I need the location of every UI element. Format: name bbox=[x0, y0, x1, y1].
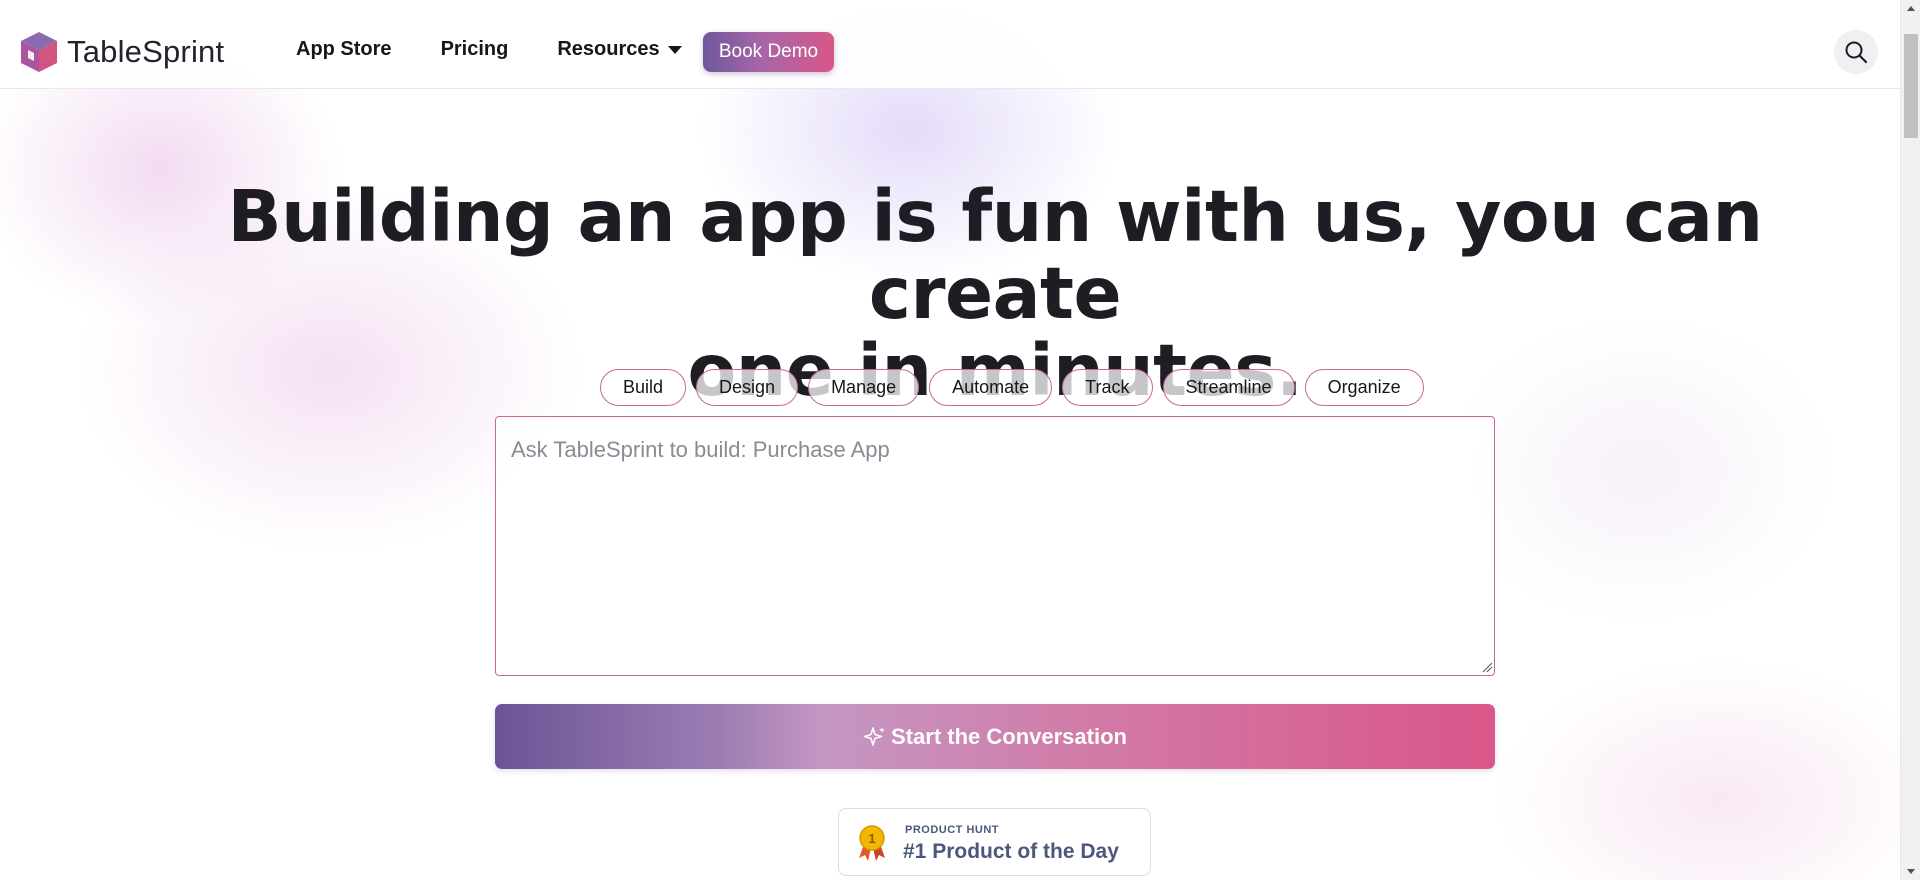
chip-streamline[interactable]: Streamline bbox=[1162, 369, 1295, 406]
prompt-input[interactable] bbox=[495, 416, 1495, 676]
chip-build[interactable]: Build bbox=[600, 369, 687, 406]
nav-resources[interactable]: Resources bbox=[557, 38, 682, 61]
scroll-down-arrow-icon[interactable] bbox=[1907, 869, 1915, 874]
start-conversation-label: Start the Conversation bbox=[891, 723, 1127, 749]
logo-cube-icon bbox=[21, 32, 57, 72]
main-nav: App Store Pricing Resources bbox=[296, 38, 731, 61]
nav-resources-label: Resources bbox=[557, 38, 660, 60]
nav-pricing[interactable]: Pricing bbox=[441, 38, 509, 61]
hero-title-line-1: Building an app is fun with us, you can … bbox=[227, 175, 1763, 335]
product-hunt-text: #1 Product of the Day bbox=[903, 840, 1119, 863]
nav-pricing-label: Pricing bbox=[440, 38, 509, 60]
chip-automate[interactable]: Automate bbox=[929, 369, 1053, 406]
sparkle-icon bbox=[863, 726, 886, 746]
product-hunt-label: PRODUCT HUNT bbox=[905, 824, 999, 836]
chip-track[interactable]: Track bbox=[1062, 369, 1153, 406]
prompt-chips: Build Design Manage Automate Track Strea… bbox=[600, 369, 1424, 406]
book-demo-button[interactable]: Book Demo bbox=[703, 32, 834, 72]
chip-manage[interactable]: Manage bbox=[808, 369, 920, 406]
caret-down-icon bbox=[667, 46, 682, 54]
chip-design[interactable]: Design bbox=[696, 369, 799, 406]
medal-icon: 1 bbox=[859, 825, 885, 861]
search-button[interactable] bbox=[1834, 30, 1878, 74]
top-navbar: TableSprint App Store Pricing Resources … bbox=[0, 0, 1900, 89]
nav-app-store[interactable]: App Store bbox=[296, 38, 392, 61]
logo[interactable]: TableSprint bbox=[19, 30, 224, 74]
svg-text:1: 1 bbox=[868, 831, 875, 846]
search-icon bbox=[1845, 41, 1868, 64]
start-conversation-button[interactable]: Start the Conversation bbox=[495, 704, 1495, 769]
page-scrollbar[interactable] bbox=[1900, 0, 1920, 880]
scroll-thumb[interactable] bbox=[1904, 34, 1918, 138]
nav-app-store-label: App Store bbox=[296, 38, 392, 60]
chip-organize[interactable]: Organize bbox=[1304, 369, 1424, 406]
logo-text: TableSprint bbox=[67, 34, 225, 69]
resize-grip-icon[interactable] bbox=[1481, 661, 1493, 673]
scroll-up-arrow-icon[interactable] bbox=[1907, 6, 1915, 11]
product-hunt-badge[interactable]: 1 PRODUCT HUNT #1 Product of the Day bbox=[838, 808, 1151, 876]
